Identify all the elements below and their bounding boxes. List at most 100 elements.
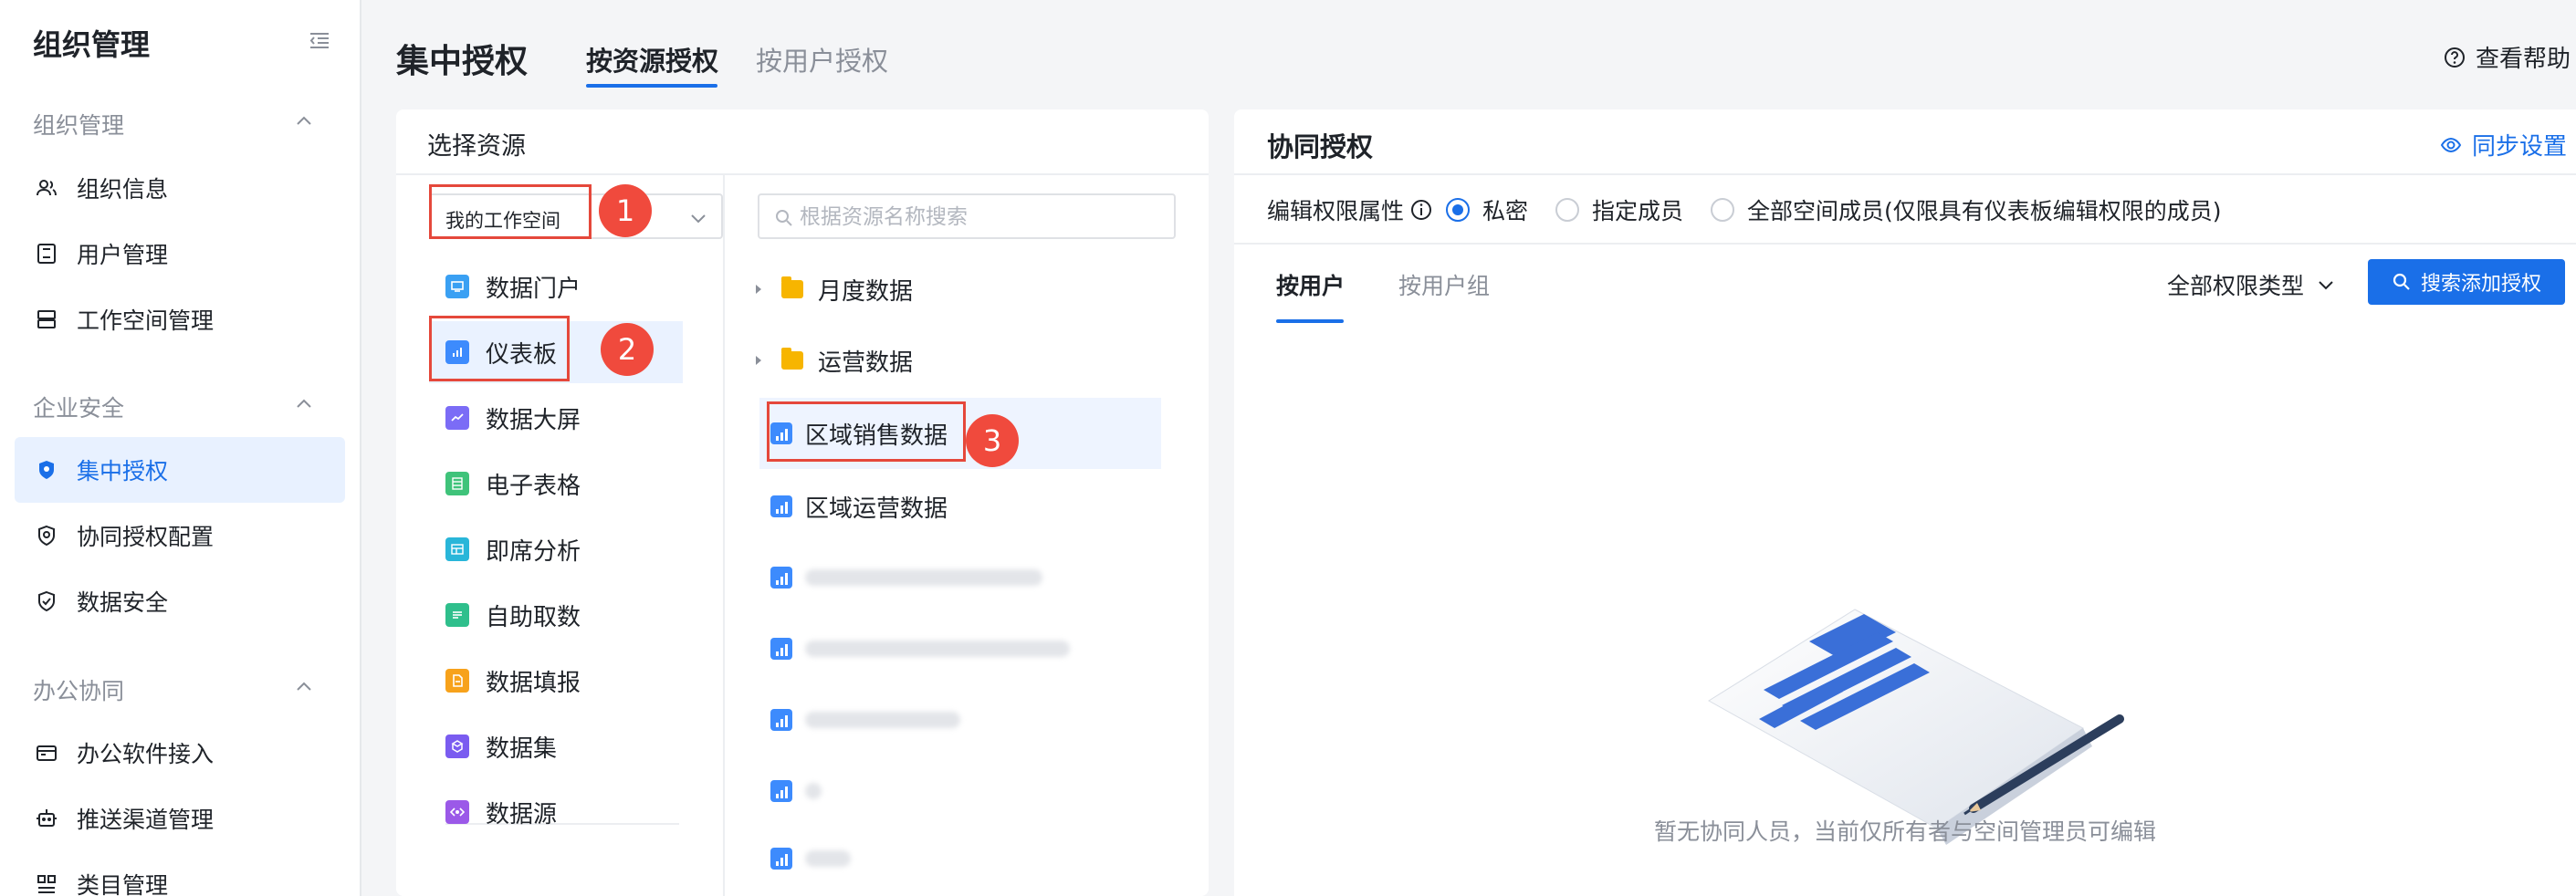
permission-type-filter[interactable]: 全部权限类型 <box>2167 268 2337 301</box>
adhoc-analysis-icon <box>445 537 469 561</box>
radio-specified-members[interactable]: 指定成员 <box>1555 193 1683 226</box>
robot-icon <box>35 807 58 830</box>
tree-folder-monthly[interactable]: 月度数据 <box>752 257 1154 321</box>
resource-type-label: 即席分析 <box>486 537 581 566</box>
search-add-auth-button[interactable]: 搜索添加授权 <box>2368 259 2565 305</box>
resource-type-label: 数据填报 <box>486 669 581 697</box>
chevron-up-icon[interactable] <box>292 675 316 699</box>
resource-search-input[interactable] <box>800 203 1165 232</box>
question-circle-icon <box>2445 47 2465 68</box>
info-icon[interactable] <box>1409 198 1433 222</box>
help-link[interactable]: 查看帮助 <box>2443 40 2571 74</box>
sidebar-section-org[interactable]: 组织管理 <box>33 108 124 141</box>
folder-icon <box>781 348 803 370</box>
tree-item-blurred[interactable] <box>770 759 1172 823</box>
caret-right-icon[interactable] <box>752 354 765 367</box>
tab-by-resource[interactable]: 按资源授权 <box>586 40 718 78</box>
chevron-up-icon[interactable] <box>292 109 316 133</box>
sidebar-item-label: 协同授权配置 <box>77 524 215 550</box>
resource-type-label: 数据门户 <box>486 275 581 303</box>
divider <box>396 173 1209 175</box>
resource-type-spreadsheet[interactable]: 电子表格 <box>429 453 683 515</box>
search-icon <box>776 210 792 226</box>
sidebar-item-label: 组织信息 <box>77 176 169 203</box>
radio-all-members[interactable]: 全部空间成员(仅限具有仪表板编辑权限的成员) <box>1711 193 2222 226</box>
tree-item-blurred[interactable] <box>770 546 1172 609</box>
collapse-menu-icon[interactable] <box>307 27 332 53</box>
sidebar-item-workspace-mgmt[interactable]: 工作空间管理 <box>15 287 345 352</box>
radio-label: 私密 <box>1482 198 1529 224</box>
highlight-box-resource <box>767 401 966 462</box>
radio-label: 全部空间成员(仅限具有仪表板编辑权限的成员) <box>1747 198 2222 224</box>
sidebar-item-push-channel[interactable]: 推送渠道管理 <box>15 786 345 851</box>
sync-settings-link[interactable]: 同步设置 <box>2439 128 2567 161</box>
large-screen-icon <box>445 406 469 430</box>
sidebar-item-category[interactable]: 类目管理 <box>15 851 345 896</box>
sync-eye-icon <box>2440 137 2462 152</box>
radio-dot <box>1711 198 1735 222</box>
sidebar-section-office[interactable]: 办公协同 <box>33 673 124 706</box>
sidebar-item-data-security[interactable]: 数据安全 <box>15 568 345 634</box>
dashboard-icon <box>770 638 792 660</box>
dashboard-icon <box>770 495 792 517</box>
resource-type-screen[interactable]: 数据大屏 <box>429 387 683 449</box>
dashboard-icon <box>770 780 792 802</box>
fill-report-icon <box>445 669 469 693</box>
resource-type-self-fetch[interactable]: 自助取数 <box>429 584 683 646</box>
sidebar-item-label: 用户管理 <box>77 242 169 268</box>
tab-by-user[interactable]: 按用户 <box>1276 268 1345 301</box>
dashboard-icon <box>770 709 792 731</box>
blurred-label <box>805 783 822 799</box>
resource-type-datasource[interactable]: 数据源 <box>429 781 683 843</box>
perm-label: 编辑权限属性 <box>1267 198 1405 224</box>
resource-type-label: 数据源 <box>486 800 558 828</box>
radio-private[interactable]: 私密 <box>1446 193 1528 226</box>
panel-title: 协同授权 <box>1267 131 1374 162</box>
sidebar-item-user-mgmt[interactable]: 用户管理 <box>15 221 345 287</box>
folder-icon <box>781 276 803 298</box>
users-icon <box>35 176 58 200</box>
sidebar-item-label: 数据安全 <box>77 589 169 616</box>
active-tab-indicator <box>1276 319 1344 323</box>
sync-settings-label: 同步设置 <box>2472 133 2568 161</box>
tree-item-blurred[interactable] <box>770 688 1172 752</box>
briefcase-icon <box>35 741 58 765</box>
sidebar-section-security[interactable]: 企业安全 <box>33 391 124 423</box>
server-icon <box>35 307 58 331</box>
tree-item-label: 区域运营数据 <box>805 495 948 523</box>
spreadsheet-icon <box>445 472 469 495</box>
tree-folder-operations[interactable]: 运营数据 <box>752 328 1154 392</box>
chevron-up-icon[interactable] <box>292 392 316 416</box>
resource-type-label: 数据大屏 <box>486 406 581 434</box>
empty-state-illustration <box>1708 609 2124 845</box>
step-badge-3: 3 <box>966 414 1019 467</box>
edit-permission-row: 编辑权限属性 私密 指定成员 全部空间成员(仅限具有仪表板编辑权限的成员) <box>1267 193 2249 226</box>
sidebar-item-collab-auth[interactable]: 协同授权配置 <box>15 503 345 568</box>
dashboard-icon <box>770 848 792 870</box>
sidebar-item-central-auth[interactable]: 集中授权 <box>15 437 345 503</box>
resource-type-portal[interactable]: 数据门户 <box>429 255 683 318</box>
resource-type-dataset[interactable]: 数据集 <box>429 715 683 777</box>
tab-by-user[interactable]: 按用户授权 <box>756 40 888 78</box>
active-tab-indicator <box>586 84 717 88</box>
blurred-label <box>805 712 960 728</box>
tab-by-user-group[interactable]: 按用户组 <box>1398 268 1490 301</box>
caret-right-icon[interactable] <box>752 283 765 296</box>
resource-type-adhoc[interactable]: 即席分析 <box>429 518 683 580</box>
sidebar-item-office-software[interactable]: 办公软件接入 <box>15 720 345 786</box>
tree-item-blurred[interactable] <box>770 827 1172 891</box>
step-badge-2: 2 <box>601 323 654 376</box>
sidebar-title: 组织管理 <box>33 27 151 62</box>
tree-item-blurred[interactable] <box>770 617 1172 681</box>
panel-title: 选择资源 <box>427 132 526 161</box>
shield-gear-icon <box>35 524 58 547</box>
tree-item-regional-ops[interactable]: 区域运营数据 <box>770 474 1172 538</box>
blurred-label <box>805 641 1070 657</box>
resource-search-field[interactable] <box>758 193 1176 239</box>
resource-selector-panel: 选择资源 我的工作空间 1 数据门户 仪表板 2 数据大屏 电子表格 即席分析 … <box>396 109 1209 896</box>
sidebar-item-org-info[interactable]: 组织信息 <box>15 155 345 221</box>
search-icon <box>2393 273 2410 290</box>
column-divider <box>723 175 725 896</box>
sidebar-item-label: 集中授权 <box>77 458 169 484</box>
resource-type-fill-report[interactable]: 数据填报 <box>429 650 683 712</box>
